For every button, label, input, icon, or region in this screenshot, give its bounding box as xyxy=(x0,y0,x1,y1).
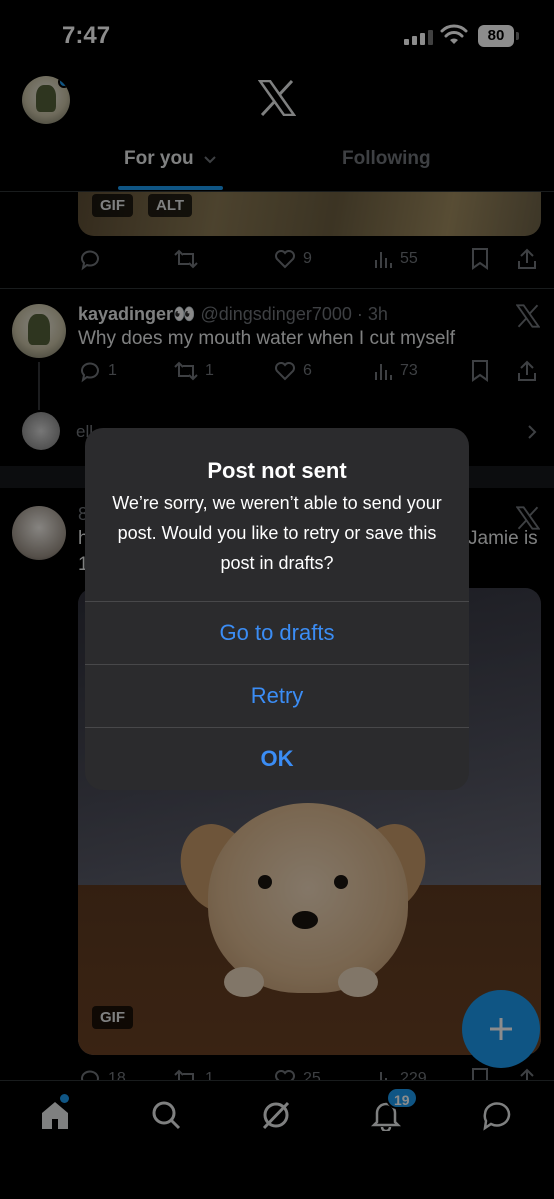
alert-message: We’re sorry, we weren’t able to send you… xyxy=(112,493,442,573)
post-not-sent-alert: Post not sent We’re sorry, we weren’t ab… xyxy=(85,428,469,790)
alert-title: Post not sent xyxy=(207,458,347,483)
retry-button[interactable]: Retry xyxy=(85,664,469,726)
ok-button[interactable]: OK xyxy=(85,727,469,789)
go-to-drafts-button[interactable]: Go to drafts xyxy=(85,601,469,663)
